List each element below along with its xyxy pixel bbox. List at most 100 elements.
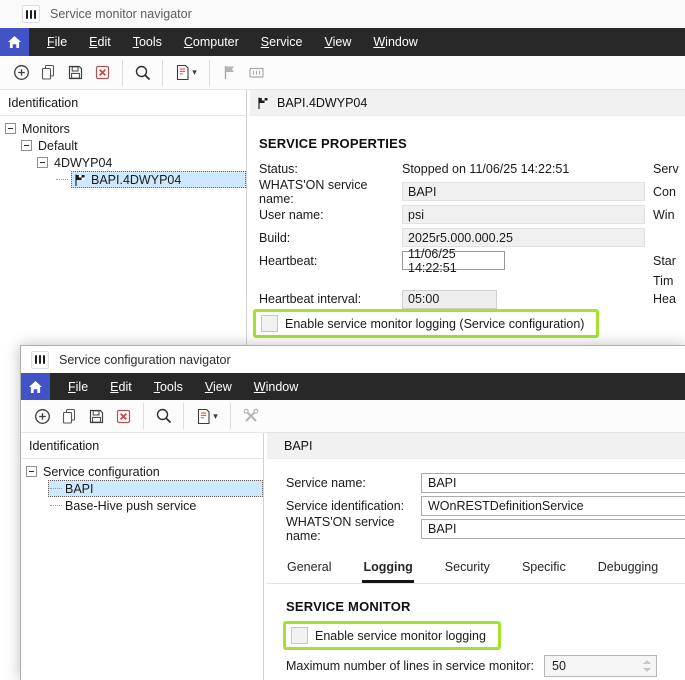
window-title: Service monitor navigator [50,7,192,21]
user-name-field[interactable]: psi [402,205,645,224]
titlebar[interactable]: Service configuration navigator [21,346,685,373]
report-button[interactable]: ▾ [190,403,224,429]
chevron-down-icon: ▾ [213,411,218,422]
configuration-tree: Service configuration BAPI Base-Hive pus… [21,459,263,514]
tree-item-default[interactable]: Default [0,137,246,154]
max-lines-row: Maximum number of lines in service monit… [286,655,685,677]
collapse-icon[interactable] [5,123,16,134]
service-identification-field[interactable]: WOnRESTDefinitionService [421,496,685,516]
service-name-field[interactable]: BAPI [421,473,685,493]
toolbar-separator [143,403,144,429]
annotation-highlight-box: Enable service monitor logging (Service … [253,309,599,338]
window-title: Service configuration navigator [59,353,231,367]
archive-button[interactable] [243,60,270,86]
tools-icon [242,407,260,425]
save-icon [88,408,105,425]
collapse-icon[interactable] [37,157,48,168]
selected-tree-item[interactable]: BAPI.4DWYP04 [71,171,246,188]
tree-item-bapi[interactable]: BAPI [21,480,263,497]
titlebar[interactable]: Service monitor navigator [0,0,685,28]
whatson-field[interactable]: BAPI [402,182,645,201]
heartbeat-interval-field[interactable]: 05:00 [402,290,497,309]
menu-view[interactable]: View [194,380,243,394]
window-service-configuration-navigator: Service configuration navigator File Edi… [20,345,685,680]
menu-tools[interactable]: Tools [122,35,173,49]
save-button[interactable] [83,403,110,429]
menu-tools[interactable]: Tools [143,380,194,394]
build-label: Build: [259,231,402,245]
whatson-field[interactable]: BAPI [421,519,685,539]
flag-button[interactable] [216,60,243,86]
menu-edit[interactable]: Edit [99,380,143,394]
menu-window[interactable]: Window [362,35,428,49]
save-button[interactable] [62,60,89,86]
home-button[interactable] [0,28,29,56]
menu-service[interactable]: Service [250,35,314,49]
tree-panel-header: Identification [0,90,246,116]
spin-down-icon[interactable] [643,668,651,672]
search-icon [134,64,152,82]
tab-general[interactable]: General [286,557,332,583]
home-button[interactable] [21,373,50,400]
report-button[interactable]: ▾ [169,60,203,86]
spacer-row: Tim [259,272,685,290]
tab-debugging[interactable]: Debugging [597,557,659,583]
spinner-buttons[interactable] [643,660,656,672]
tree-item-label[interactable]: Service configuration [43,465,160,479]
menu-edit[interactable]: Edit [78,35,122,49]
tree-item-monitors[interactable]: Monitors [0,120,246,137]
app-icon [31,351,49,369]
chevron-down-icon: ▾ [192,67,197,78]
menu-view[interactable]: View [313,35,362,49]
tree-item-label[interactable]: BAPI.4DWYP04 [91,173,181,187]
delete-button[interactable] [110,403,137,429]
tools-button[interactable] [237,403,264,429]
spin-up-icon[interactable] [643,660,651,664]
copy-button[interactable] [35,60,62,86]
add-button[interactable] [8,60,35,86]
archive-icon [248,64,265,81]
search-button[interactable] [129,60,156,86]
tree-panel: Identification Service configuration BAP… [21,433,264,680]
status-label: Status: [259,162,402,176]
tree-item-label[interactable]: 4DWYP04 [54,156,112,170]
panel-header: BAPI.4DWYP04 [250,90,685,116]
tab-security[interactable]: Security [444,557,491,583]
copy-button[interactable] [56,403,83,429]
tree-item-service-configuration[interactable]: Service configuration [21,463,263,480]
build-field[interactable]: 2025r5.000.000.25 [402,228,645,247]
tab-logging[interactable]: Logging [362,557,413,583]
menu-computer[interactable]: Computer [173,35,250,49]
enable-logging-label: Enable service monitor logging (Service … [285,317,584,331]
collapse-icon[interactable] [26,466,37,477]
tree-item-label[interactable]: BAPI [65,482,94,496]
search-button[interactable] [150,403,177,429]
toolbar: ▾ [0,56,685,90]
tree-item-base-hive-push-service[interactable]: Base-Hive push service [21,497,263,514]
menu-file[interactable]: File [36,35,78,49]
heartbeat-interval-label: Heartbeat interval: [259,292,402,306]
delete-x-icon [115,408,132,425]
enable-logging-checkbox[interactable] [261,315,278,332]
tab-specific[interactable]: Specific [521,557,567,583]
home-icon [7,35,22,49]
tree-item-bapi-4dwyp04[interactable]: BAPI.4DWYP04 [0,171,246,188]
enable-logging-checkbox[interactable] [291,627,308,644]
collapse-icon[interactable] [21,140,32,151]
menu-file[interactable]: File [57,380,99,394]
annotation-highlight-box: Enable service monitor logging [283,621,501,650]
add-button[interactable] [29,403,56,429]
clipped-label-tim: Tim [653,274,673,288]
tree-item-label[interactable]: Default [38,139,78,153]
tree-connector [50,505,62,506]
tree-item-4dwyp04[interactable]: 4DWYP04 [0,154,246,171]
tree-item-label[interactable]: Monitors [22,122,70,136]
tree-item-label[interactable]: Base-Hive push service [65,499,196,513]
max-lines-value[interactable]: 50 [552,659,566,673]
delete-button[interactable] [89,60,116,86]
max-lines-input[interactable]: 50 [544,655,657,677]
screen: Service monitor navigator File Edit Tool… [0,0,685,680]
selected-tree-item[interactable]: BAPI [48,480,263,497]
heartbeat-field[interactable]: 11/06/25 14:22:51 [402,251,505,270]
menu-window[interactable]: Window [243,380,309,394]
